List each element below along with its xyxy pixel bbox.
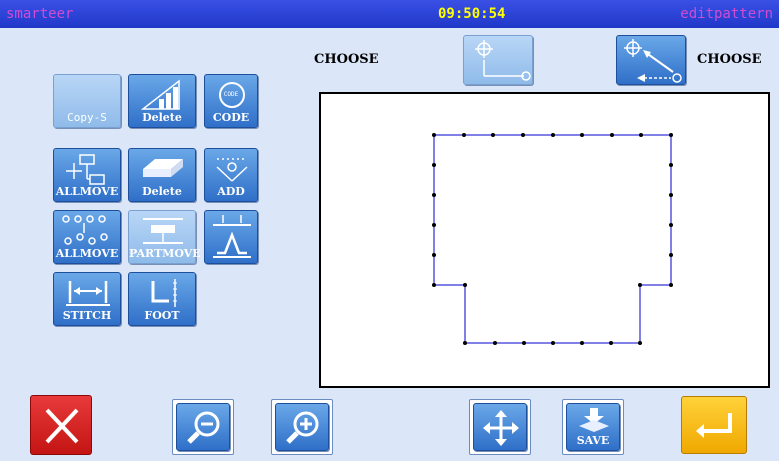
- foot-label: FOOT: [144, 309, 180, 322]
- cancel-button[interactable]: [30, 395, 92, 455]
- stitch-length-icon: [66, 281, 110, 306]
- copy-s-button[interactable]: Copy-S: [53, 74, 121, 128]
- reshape-button[interactable]: [204, 210, 258, 264]
- allmove-points-label: ALLMOVE: [55, 247, 119, 260]
- zoom-out-icon: [187, 411, 220, 444]
- part-move-icon: [143, 218, 183, 244]
- save-button[interactable]: SAVE: [566, 403, 620, 451]
- add-stitch-icon: [216, 158, 248, 182]
- delete-block-button[interactable]: Delete: [128, 148, 196, 202]
- move-arrows-icon: [483, 410, 519, 446]
- eraser-icon: [143, 159, 183, 177]
- move-all-icon: [66, 154, 105, 185]
- reshape-icon: [213, 215, 251, 258]
- move-frame: [469, 399, 531, 455]
- app-name: smarteer: [6, 6, 74, 22]
- add-label: ADD: [217, 185, 245, 198]
- zoom-in-icon: [286, 411, 319, 444]
- delete-block-label: Delete: [142, 185, 182, 198]
- start-point-icon: [475, 40, 531, 81]
- stitch-label: STITCH: [62, 309, 112, 322]
- save-download-icon: [579, 408, 609, 432]
- delete-label: Delete: [142, 111, 182, 124]
- presser-foot-icon: [151, 279, 177, 307]
- bar-chart-icon: [140, 79, 180, 110]
- enter-button[interactable]: [681, 396, 747, 454]
- move-points-icon: [62, 215, 108, 245]
- zoom-in-frame: [271, 399, 333, 455]
- allmove-points-button[interactable]: ALLMOVE: [53, 210, 121, 264]
- zoom-out-button[interactable]: [176, 403, 230, 451]
- copy-s-label: Copy-S: [67, 111, 107, 124]
- move-button[interactable]: [473, 403, 527, 451]
- title-bar: smarteer 09:50:54 editpattern: [0, 0, 779, 28]
- choose-end-point-button[interactable]: [616, 35, 686, 85]
- partmove-button[interactable]: PARTMOVE: [128, 210, 201, 264]
- code-button[interactable]: CODE CODE: [204, 74, 258, 128]
- pattern-canvas[interactable]: [319, 92, 770, 388]
- stitch-points: [432, 133, 673, 345]
- enter-icon: [696, 413, 732, 438]
- close-icon: [45, 408, 79, 444]
- choose-label-left: CHOOSE: [314, 52, 379, 67]
- end-point-icon: [624, 39, 682, 83]
- zoom-out-frame: [172, 399, 234, 455]
- allmove-button[interactable]: ALLMOVE: [53, 148, 121, 202]
- save-label: SAVE: [576, 434, 610, 447]
- foot-button[interactable]: FOOT: [128, 272, 196, 326]
- allmove-label: ALLMOVE: [55, 185, 119, 198]
- zoom-in-button[interactable]: [275, 403, 329, 451]
- delete-stitch-button[interactable]: Delete: [128, 74, 196, 128]
- pattern-drawing: [432, 133, 673, 345]
- code-badge-text: CODE: [223, 91, 239, 98]
- mode-label: editpattern: [680, 6, 773, 22]
- add-button[interactable]: ADD: [204, 148, 258, 202]
- partmove-label: PARTMOVE: [129, 247, 201, 260]
- save-frame: SAVE: [562, 399, 624, 455]
- clock: 09:50:54: [438, 6, 506, 22]
- choose-start-point-button[interactable]: [463, 35, 533, 85]
- choose-label-right: CHOOSE: [697, 52, 762, 67]
- code-label: CODE: [212, 111, 250, 124]
- stitch-length-button[interactable]: STITCH: [53, 272, 121, 326]
